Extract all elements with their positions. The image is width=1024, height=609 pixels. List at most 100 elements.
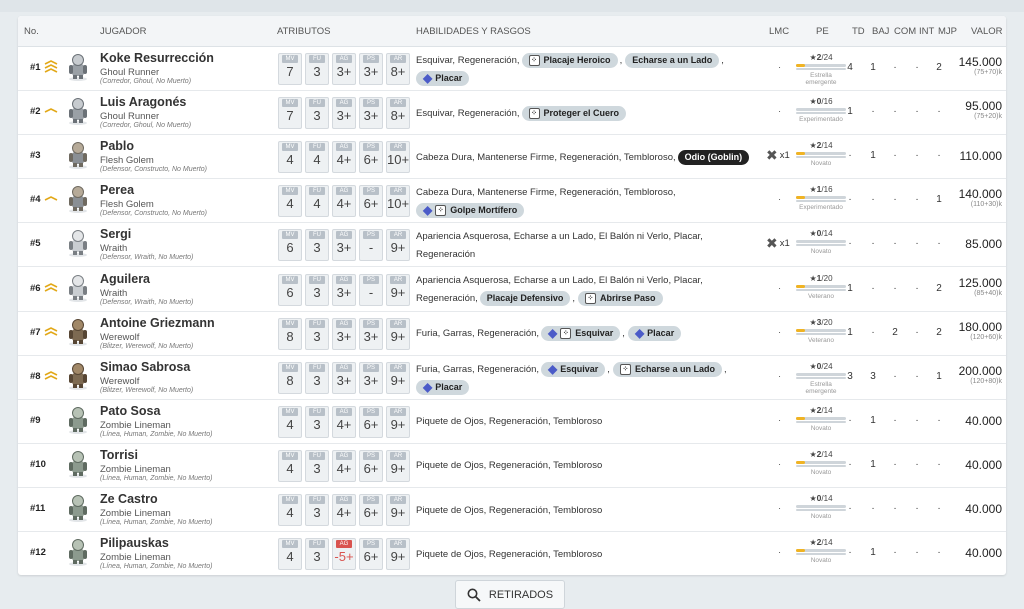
skill-chip[interactable]: ◆ ⁘ Golpe Mortífero [416, 203, 525, 219]
stat-td: 1 [847, 326, 853, 338]
dice-icon: ⁘ [619, 363, 631, 375]
table-row[interactable]: #3 Pablo Flesh Golem (Defensor, Constructo,… [18, 134, 1006, 180]
player-avatar [63, 537, 93, 567]
stat-baj: 1 [870, 458, 876, 470]
dice-icon: ⁘ [435, 205, 447, 217]
spp-level: Estrella emergente [805, 72, 837, 86]
stat-int: · [915, 503, 919, 514]
stat-box: MV 7 [278, 97, 302, 130]
skill-chip[interactable]: ◆ Placar [416, 379, 470, 395]
stat-label: AR [390, 363, 406, 372]
skill-chip-label: Odio (Goblin) [684, 151, 743, 162]
star-icon: ★ [809, 53, 817, 62]
player-name[interactable]: Antoine Griezmann [100, 316, 215, 330]
skill-chip[interactable]: ⁘ Abrirse Paso [577, 291, 663, 306]
spp-level: Novato [810, 468, 832, 476]
player-name[interactable]: Perea [100, 183, 134, 197]
table-row[interactable]: #11 Ze Castro Zombie Lineman (Línea, Human,… [18, 487, 1006, 532]
player-name[interactable]: Pilipauskas [100, 536, 169, 550]
table-row[interactable]: #10 Torrisi Zombie Lineman (Línea, Human, Z… [18, 443, 1006, 488]
header-int[interactable]: INT [919, 26, 934, 37]
skill-text: Cabeza Dura, Mantenerse Firme, Regenerac… [416, 187, 676, 199]
header-mjp[interactable]: MJP [938, 26, 957, 37]
skill-separator: , [619, 55, 623, 66]
stat-mjp: · [937, 547, 941, 559]
table-row[interactable]: #2 Luis Aragonés Ghoul Runner (Corredor, Gh… [18, 90, 1006, 136]
header-baj[interactable]: BAJ [872, 26, 889, 37]
stat-value: -5+ [334, 549, 354, 565]
table-row[interactable]: #5 Sergi Wraith (Defensor, Wraith, No Muert… [18, 222, 1006, 268]
table-row[interactable]: #1 Koke Resurrección Ghoul Runner (Corredor… [18, 46, 1006, 91]
stat-label: AG [336, 275, 352, 284]
skill-chip[interactable]: ◆ ⁘ Esquivar [541, 326, 621, 342]
stat-com: · [893, 150, 897, 162]
header-no[interactable]: No. [24, 26, 39, 37]
stat-td: · [848, 150, 852, 162]
skill-chip[interactable]: Placaje Defensivo [479, 291, 571, 306]
header-com[interactable]: COM [894, 26, 916, 37]
header-lmc[interactable]: LMC [769, 26, 789, 37]
player-name[interactable]: Ze Castro [100, 492, 158, 506]
stat-box: FU 3 [305, 97, 329, 130]
header-player[interactable]: JUGADOR [100, 26, 146, 37]
stat-box: FU 4 [305, 185, 329, 218]
skill-chip[interactable]: Odio (Goblin) [677, 149, 750, 165]
skill-chip-label: Placar [435, 381, 463, 392]
stat-value: 9+ [390, 460, 406, 476]
player-skills: Cabeza Dura, Mantenerse Firme, Regenerac… [416, 139, 756, 175]
header-value[interactable]: VALOR [971, 26, 1003, 37]
stat-value: 3+ [336, 328, 352, 344]
player-name[interactable]: Sergi [100, 227, 131, 241]
spp-progress-fill [796, 416, 805, 420]
player-name[interactable]: Koke Resurrección [100, 51, 214, 65]
table-row[interactable]: #9 Pato Sosa Zombie Lineman (Línea, Human, … [18, 399, 1006, 444]
skill-chip[interactable]: ⁘ Echarse a un Lado [612, 361, 722, 377]
skill-chip[interactable]: ◆ Esquivar [541, 361, 606, 377]
stat-baj: 1 [870, 414, 876, 426]
stat-value: 3+ [336, 108, 352, 124]
skill-chip-label: Esquivar [560, 363, 599, 374]
table-row[interactable]: #8 Simao Sabrosa Werewolf (Blitzer, Werewol… [18, 355, 1006, 400]
stat-value: 3+ [336, 284, 352, 300]
stat-td: · [848, 238, 852, 250]
retired-button[interactable]: RETIRADOS [455, 580, 565, 609]
stat-label: MV [282, 540, 298, 549]
gem-icon: ◆ [423, 71, 433, 85]
stat-value: 10+ [387, 152, 410, 168]
header-attributes[interactable]: ATRIBUTOS [277, 26, 331, 37]
stat-mjp: 2 [936, 62, 942, 73]
skill-separator: , [721, 55, 724, 66]
player-skills: Piquete de Ojos, Regeneración, Tembloros… [416, 536, 756, 572]
stat-value: 4 [286, 152, 294, 168]
table-row[interactable]: #4 Perea Flesh Golem (Defensor, Constructo,… [18, 178, 1006, 224]
stat-baj: 1 [870, 62, 876, 73]
stat-value: 4+ [336, 196, 352, 212]
table-row[interactable]: #7 Antoine Griezmann Werewolf (Blitzer, Wer… [18, 311, 1006, 356]
stat-label: FU [309, 143, 325, 152]
skill-chip[interactable]: ◆ Placar [416, 71, 470, 86]
stat-label: PS [363, 231, 379, 240]
header-td[interactable]: TD [852, 26, 865, 37]
stat-label: PS [363, 363, 379, 372]
stat-label: FU [309, 187, 325, 196]
player-name[interactable]: Torrisi [100, 448, 138, 462]
header-skills[interactable]: HABILIDADES Y RASGOS [416, 26, 531, 37]
stat-value: 3 [313, 416, 321, 432]
stat-com: · [893, 62, 897, 73]
player-name[interactable]: Aguilera [100, 272, 150, 286]
player-name[interactable]: Simao Sabrosa [100, 360, 190, 374]
skill-chip[interactable]: ⁘ Placaje Heroico [521, 53, 618, 68]
skill-chip[interactable]: Echarse a un Lado [625, 53, 720, 68]
header-pe[interactable]: PE [816, 26, 829, 37]
player-name[interactable]: Luis Aragonés [100, 95, 186, 109]
stat-box: AR 9+ [386, 273, 410, 306]
skill-chip-label: Golpe Mortífero [450, 205, 518, 216]
player-name[interactable]: Pato Sosa [100, 404, 160, 418]
table-row[interactable]: #12 Pilipauskas Zombie Lineman (Línea, Huma… [18, 531, 1006, 575]
spp-progress-track [796, 509, 846, 511]
player-name[interactable]: Pablo [100, 139, 134, 153]
table-row[interactable]: #6 Aguilera Wraith (Defensor, Wraith, No Mu… [18, 267, 1006, 312]
spp-stars: ★2/14 [794, 140, 848, 150]
skill-chip[interactable]: ⁘ Proteger el Cuero [521, 105, 627, 121]
skill-chip[interactable]: ◆ Placar [627, 326, 682, 342]
